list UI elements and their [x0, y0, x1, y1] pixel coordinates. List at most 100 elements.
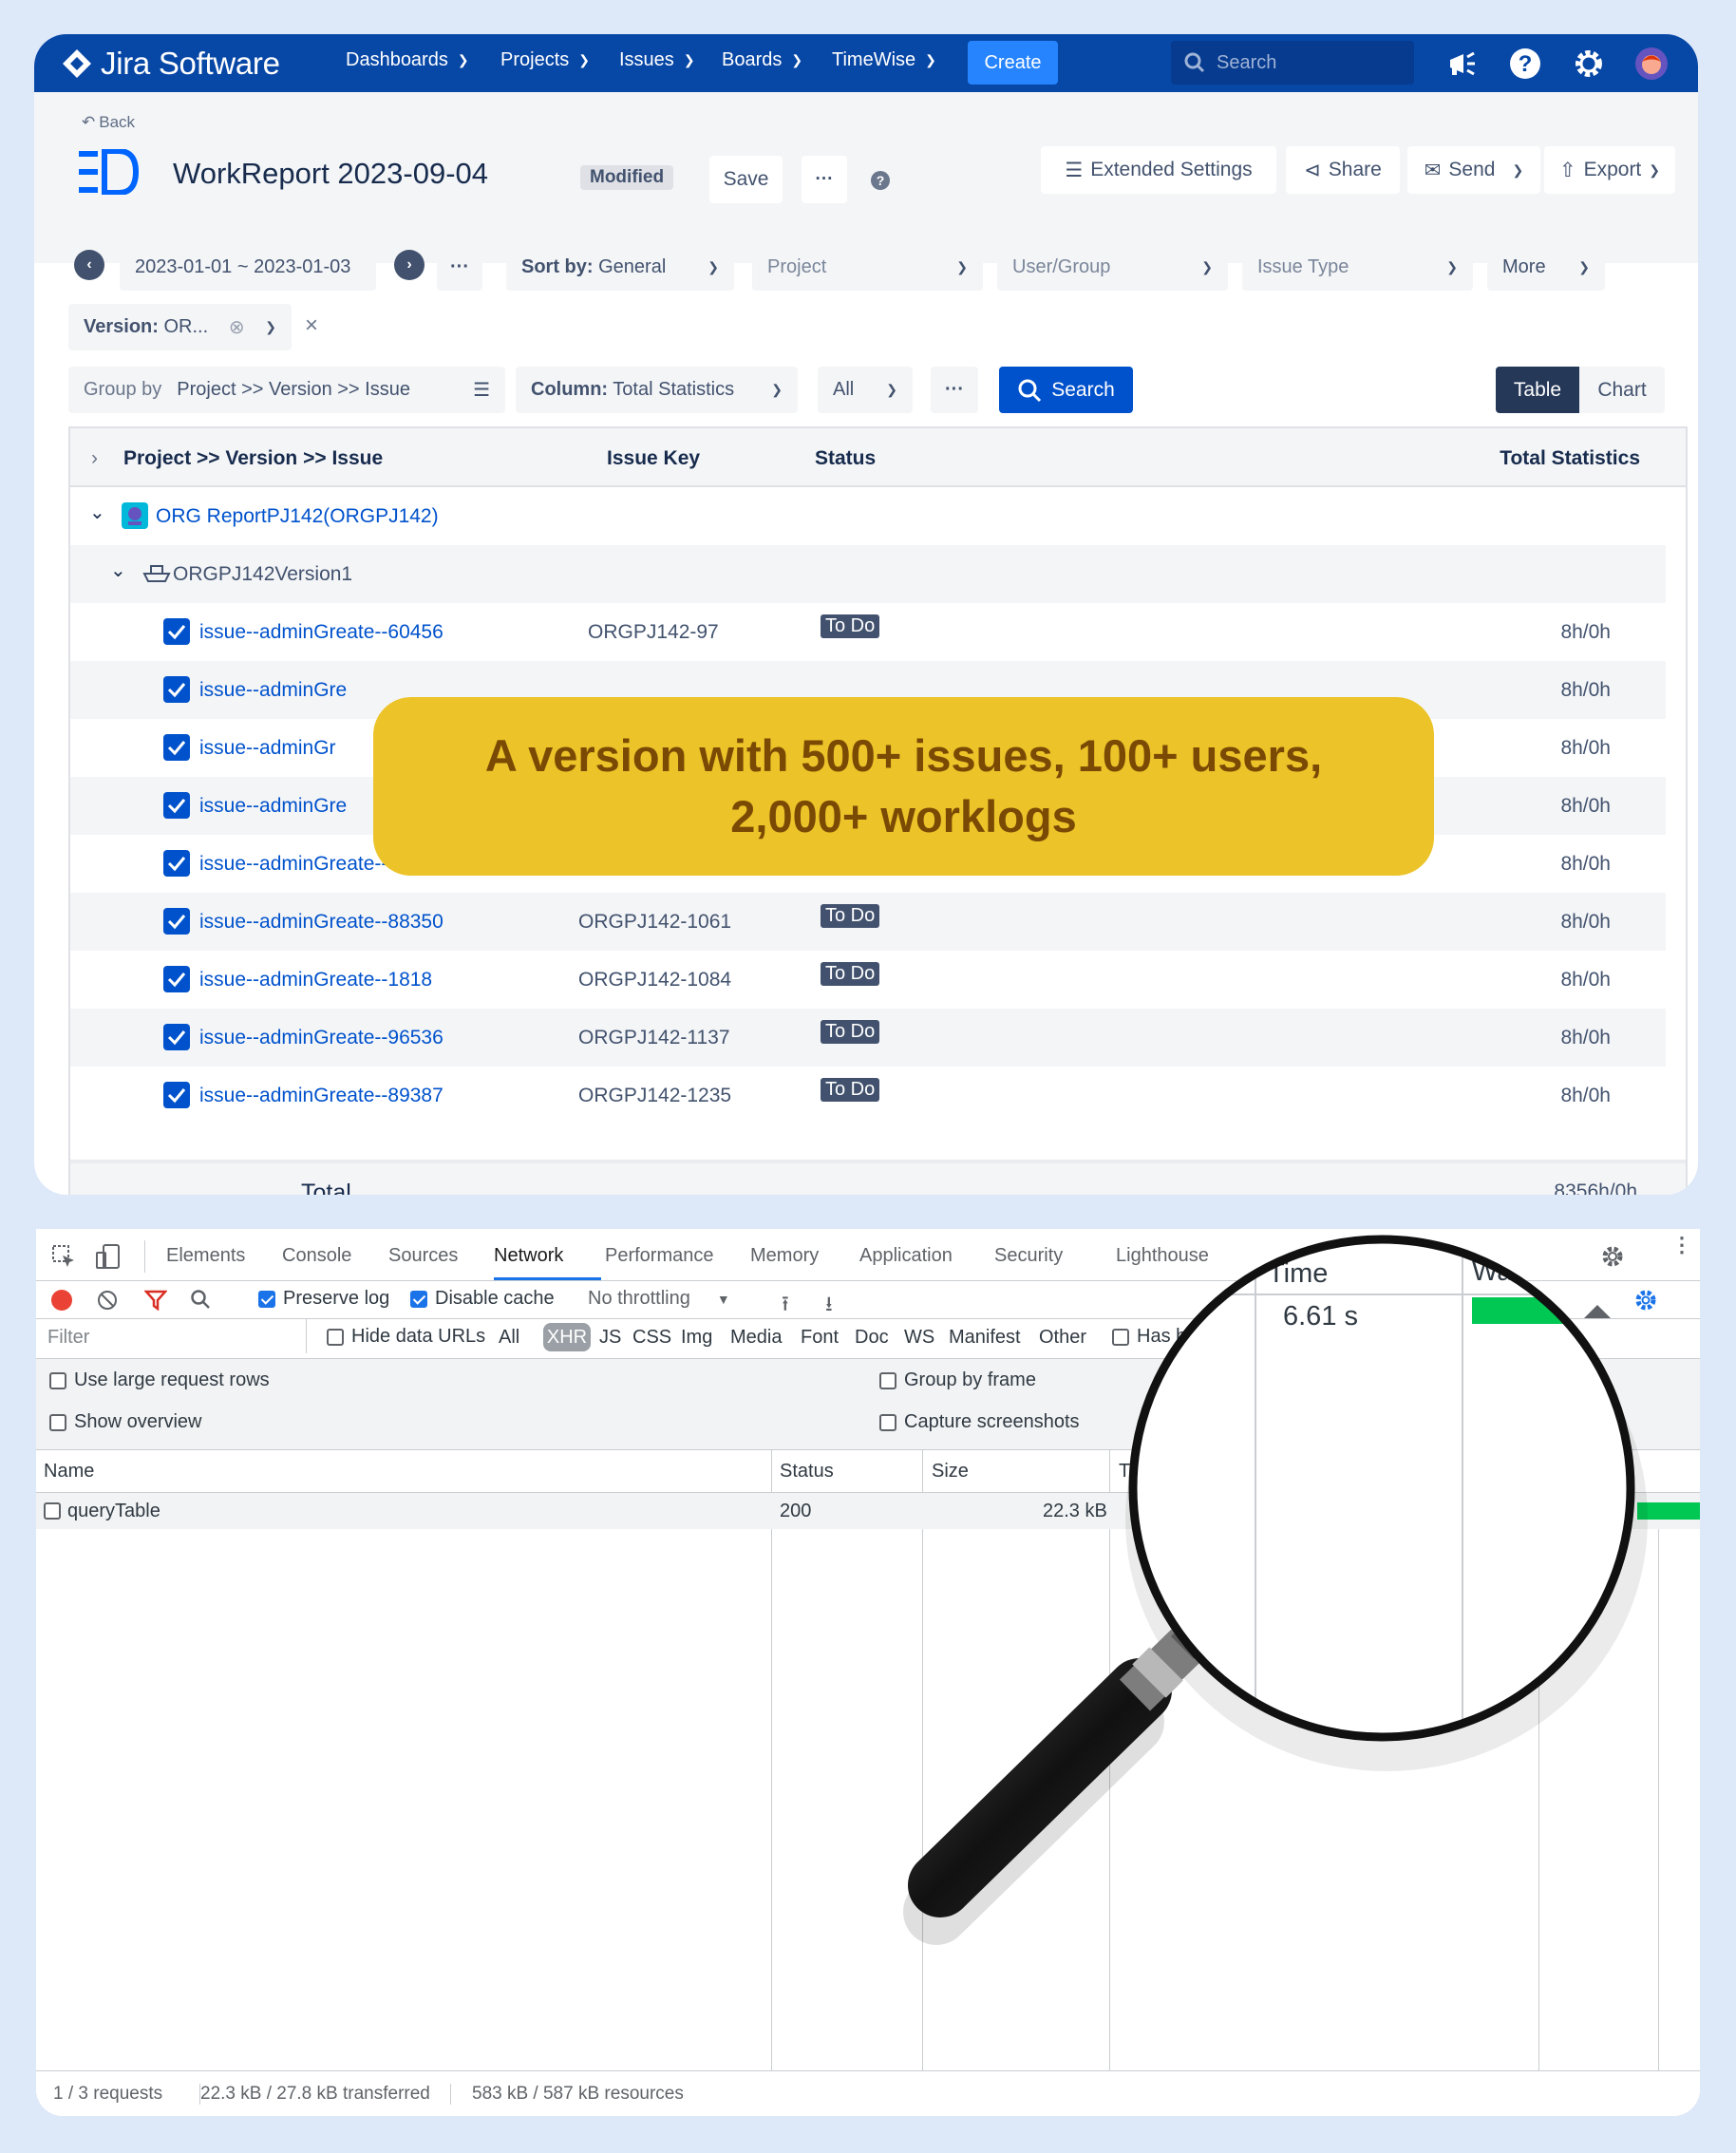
col-time-partial[interactable]: Ti — [1119, 1461, 1134, 1483]
type-all[interactable]: All — [499, 1327, 519, 1349]
chevron-down-icon[interactable]: ⌄ — [110, 558, 126, 582]
checkbox[interactable] — [49, 1371, 66, 1389]
preserve-log-checkbox[interactable]: Preserve log — [258, 1288, 389, 1310]
date-options-button[interactable]: ··· — [437, 244, 482, 291]
issue-name[interactable]: issue--adminGreate--89387 — [199, 1085, 443, 1107]
issue-type-filter[interactable]: Issue Type ❯ — [1242, 244, 1473, 291]
issue-row[interactable]: issue--adminGreate--60456 ORGPJ142-97 To D… — [70, 603, 1666, 661]
type-css[interactable]: CSS — [632, 1327, 671, 1349]
issue-name[interactable]: issue--adminGreate--88350 — [199, 911, 443, 934]
col-status[interactable]: Status — [815, 447, 876, 470]
col-issue-key[interactable]: Issue Key — [607, 447, 700, 470]
type-media[interactable]: Media — [730, 1327, 782, 1349]
type-font[interactable]: Font — [801, 1327, 839, 1349]
nav-boards[interactable]: Boards ❯ — [722, 49, 802, 71]
column-select[interactable]: Column: Total Statistics ❯ — [516, 367, 798, 413]
issue-name[interactable]: issue--adminGreate--1818 — [199, 969, 432, 992]
large-rows-checkbox[interactable]: Use large request rows — [49, 1369, 270, 1391]
network-settings-gear-icon[interactable] — [1633, 1288, 1658, 1313]
date-range-picker[interactable]: 2023-01-01 ~ 2023-01-03 — [120, 244, 376, 291]
issue-row[interactable]: issue--adminGreate--88350 ORGPJ142-1061 To… — [70, 893, 1666, 951]
project-filter[interactable]: Project ❯ — [752, 244, 983, 291]
more-filters-button[interactable]: More ❯ — [1487, 244, 1605, 291]
tab-console[interactable]: Console — [282, 1245, 351, 1267]
record-icon[interactable] — [51, 1290, 72, 1311]
filter-icon[interactable] — [144, 1290, 167, 1311]
request-row[interactable]: queryTable 200 22.3 kB — [36, 1493, 1700, 1529]
type-other[interactable]: Other — [1039, 1327, 1086, 1349]
show-overview-checkbox[interactable]: Show overview — [49, 1411, 202, 1433]
project-row[interactable]: ⌄ ORG ReportPJ142(ORGPJ142) — [70, 487, 1666, 545]
table-view-toggle[interactable]: Table — [1496, 367, 1579, 413]
capture-screenshots-checkbox[interactable]: Capture screenshots — [879, 1411, 1080, 1433]
tab-elements[interactable]: Elements — [166, 1245, 245, 1267]
all-select[interactable]: All ❯ — [818, 367, 913, 413]
type-xhr[interactable]: XHR — [543, 1323, 591, 1351]
checkbox[interactable] — [327, 1328, 344, 1346]
settings-gear-icon[interactable] — [1599, 1243, 1626, 1270]
filter-input[interactable]: Filter — [36, 1319, 307, 1353]
device-toolbar-icon[interactable] — [95, 1243, 122, 1270]
col-size[interactable]: Size — [932, 1461, 969, 1483]
issue-name[interactable]: issue--adminGr — [199, 737, 336, 760]
search-icon[interactable] — [190, 1289, 211, 1310]
close-icon[interactable]: × — [305, 312, 318, 339]
col-status[interactable]: Status — [780, 1461, 834, 1483]
hide-data-urls-checkbox[interactable]: Hide data URLs — [327, 1326, 485, 1348]
share-button[interactable]: ⊲ Share — [1286, 146, 1400, 194]
issue-row[interactable]: issue--adminGreate--89387 ORGPJ142-1235 To… — [70, 1067, 1666, 1124]
extended-settings-button[interactable]: ☰ Extended Settings — [1041, 146, 1276, 194]
throttling-select[interactable]: No throttling ▼ — [588, 1288, 730, 1310]
chevron-down-icon[interactable]: ⌄ — [89, 500, 105, 524]
megaphone-icon[interactable] — [1444, 46, 1481, 82]
col-total-statistics[interactable]: Total Statistics — [1500, 447, 1640, 470]
options-button[interactable]: ··· — [931, 367, 978, 413]
issue-name[interactable]: issue--adminGreate--60456 — [199, 621, 443, 644]
avatar[interactable] — [1633, 46, 1670, 82]
type-js[interactable]: JS — [599, 1327, 621, 1349]
expand-all-icon[interactable]: › — [91, 447, 98, 470]
create-button[interactable]: Create — [968, 41, 1058, 85]
question-icon[interactable]: ? — [870, 170, 891, 191]
nav-issues[interactable]: Issues ❯ — [619, 49, 695, 71]
project-name[interactable]: ORG ReportPJ142(ORGPJ142) — [156, 505, 439, 528]
request-checkbox[interactable] — [44, 1502, 61, 1520]
has-blocked-checkbox[interactable]: Has b — [1112, 1326, 1186, 1348]
nav-dashboards[interactable]: Dashboards ❯ — [346, 49, 469, 71]
issue-row[interactable]: issue--adminGreate--96536 ORGPJ142-1137 To… — [70, 1009, 1666, 1067]
tab-application[interactable]: Application — [859, 1245, 953, 1267]
col-name[interactable]: Name — [44, 1461, 94, 1483]
tab-memory[interactable]: Memory — [750, 1245, 819, 1267]
search-button[interactable]: Search — [999, 367, 1133, 413]
checkbox[interactable] — [879, 1413, 896, 1431]
tab-performance[interactable]: Performance — [605, 1245, 714, 1267]
version-filter[interactable]: Version: OR... ⊗ ❯ — [68, 304, 292, 350]
help-icon[interactable]: ? — [1507, 46, 1543, 82]
next-period-button[interactable]: › — [394, 250, 425, 280]
sort-by-select[interactable]: Sort by: General ❯ — [506, 244, 734, 291]
disable-cache-checkbox[interactable]: Disable cache — [410, 1288, 555, 1310]
type-img[interactable]: Img — [681, 1327, 712, 1349]
checkbox[interactable] — [49, 1413, 66, 1431]
more-actions-button[interactable]: ··· — [802, 156, 847, 203]
user-group-filter[interactable]: User/Group ❯ — [997, 244, 1228, 291]
nav-timewise[interactable]: TimeWise ❯ — [832, 49, 936, 71]
inspect-element-icon[interactable] — [51, 1244, 76, 1269]
jira-logo[interactable]: Jira Software — [61, 44, 280, 84]
gear-icon[interactable] — [1571, 46, 1607, 82]
back-link[interactable]: ↶ Back — [82, 113, 135, 132]
version-row[interactable]: ⌄ ORGPJ142Version1 — [70, 545, 1666, 603]
search-input[interactable]: Search — [1171, 41, 1414, 85]
checkbox[interactable] — [879, 1371, 896, 1389]
issue-name[interactable]: issue--adminGre — [199, 795, 347, 818]
checkbox[interactable] — [1112, 1328, 1129, 1346]
tab-sources[interactable]: Sources — [388, 1245, 458, 1267]
kebab-menu-icon[interactable]: ⋮ — [1671, 1235, 1692, 1256]
checkbox-checked[interactable] — [410, 1290, 427, 1308]
group-by-frame-checkbox[interactable]: Group by frame — [879, 1369, 1036, 1391]
send-button[interactable]: ✉ Send ❯ — [1407, 146, 1540, 194]
export-button[interactable]: ⇧ Export ❯ — [1544, 146, 1675, 194]
type-ws[interactable]: WS — [904, 1327, 934, 1349]
clear-icon[interactable] — [97, 1290, 118, 1311]
issue-name[interactable]: issue--adminGre — [199, 679, 347, 702]
